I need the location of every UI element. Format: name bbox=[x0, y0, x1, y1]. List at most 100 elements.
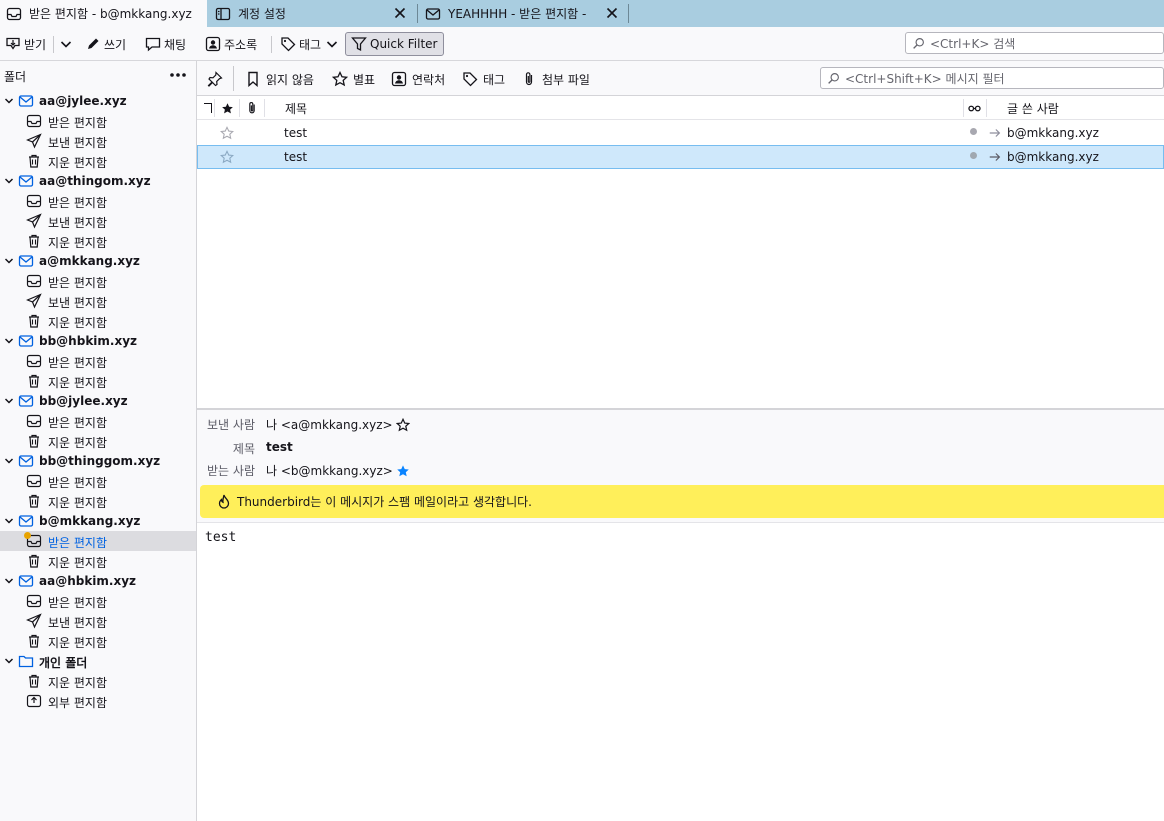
folder-item[interactable]: 보낸 편지함 bbox=[0, 131, 196, 151]
chat-button[interactable]: 채팅 bbox=[145, 32, 186, 56]
tab-yeahhhh-inbox[interactable]: YEAHHHH - 받은 편지함 - bbox=[419, 0, 628, 27]
column-separator bbox=[214, 99, 215, 117]
table-row[interactable]: test b@mkkang.xyz bbox=[197, 145, 1164, 169]
column-separator bbox=[986, 99, 987, 117]
mail-icon bbox=[425, 7, 441, 20]
outbox-icon bbox=[26, 694, 42, 708]
filter-placeholder: <Ctrl+Shift+K> 메시지 필터 bbox=[845, 71, 1005, 86]
folder-item[interactable]: 지운 편지함 bbox=[0, 231, 196, 251]
chevron-down-icon[interactable] bbox=[4, 656, 14, 666]
folder-item[interactable]: 보낸 편지함 bbox=[0, 291, 196, 311]
message-body: test bbox=[197, 522, 1164, 821]
folder-item[interactable]: 받은 편지함 bbox=[0, 411, 196, 431]
folder-item[interactable]: 지운 편지함 bbox=[0, 311, 196, 331]
folder-item[interactable]: 지운 편지함 bbox=[0, 151, 196, 171]
trash-icon bbox=[29, 434, 39, 448]
quick-filter-button[interactable]: Quick Filter bbox=[345, 32, 445, 56]
star-icon[interactable] bbox=[220, 126, 234, 140]
folder-item[interactable]: 받은 편지함 bbox=[0, 191, 196, 211]
folder-item[interactable]: 받은 편지함 bbox=[0, 111, 196, 131]
sent-icon bbox=[26, 133, 42, 149]
star-filled-icon[interactable] bbox=[396, 464, 410, 478]
pin-icon bbox=[207, 71, 223, 87]
folder-item[interactable]: 지운 편지함 bbox=[0, 491, 196, 511]
folder-account-b-mkkang-xyz[interactable]: b@mkkang.xyz bbox=[0, 511, 196, 531]
star-icon[interactable] bbox=[395, 417, 410, 432]
folder-account-label: a@mkkang.xyz bbox=[39, 254, 140, 268]
folder-item[interactable]: 지운 편지함 bbox=[0, 371, 196, 391]
attachment-filter-button[interactable]: 첨부 파일 bbox=[521, 70, 590, 88]
read-status-dot[interactable] bbox=[970, 152, 977, 159]
folder-item[interactable]: 받은 편지함 bbox=[0, 591, 196, 611]
folder-account-bb-hbkim-xyz[interactable]: bb@hbkim.xyz bbox=[0, 331, 196, 351]
tab-account-settings[interactable]: 계정 설정 bbox=[209, 0, 416, 27]
tag-button[interactable]: 태그 bbox=[280, 32, 343, 56]
folder-account-a-mkkang-xyz[interactable]: a@mkkang.xyz bbox=[0, 251, 196, 271]
folder-item-label: 지운 편지함 bbox=[48, 496, 108, 510]
folder-item[interactable]: 지운 편지함 bbox=[0, 671, 196, 691]
close-icon[interactable] bbox=[604, 5, 620, 21]
tag-label: 태그 bbox=[299, 37, 322, 52]
table-row[interactable]: test b@mkkang.xyz bbox=[197, 121, 1164, 145]
chevron-down-icon[interactable] bbox=[4, 176, 14, 186]
unread-filter-label: 읽지 않음 bbox=[266, 72, 314, 87]
sticky-filter-button[interactable] bbox=[207, 70, 228, 88]
attachment-column-header[interactable] bbox=[245, 100, 259, 116]
toolbar-separator bbox=[53, 36, 54, 53]
folder-account-aa-thingom-xyz[interactable]: aa@thingom.xyz bbox=[0, 171, 196, 191]
folder-account-bb-jylee-xyz[interactable]: bb@jylee.xyz bbox=[0, 391, 196, 411]
folder-item-label: 받은 편지함 bbox=[48, 196, 108, 210]
chevron-down-icon[interactable] bbox=[4, 576, 14, 586]
folder-item[interactable]: 받은 편지함 bbox=[0, 471, 196, 491]
chevron-down-icon[interactable] bbox=[4, 256, 14, 266]
read-status-dot[interactable] bbox=[970, 128, 977, 135]
more-options-icon[interactable] bbox=[168, 67, 188, 83]
get-messages-button[interactable]: 받기 bbox=[5, 32, 46, 56]
folder-item-label: 지운 편지함 bbox=[48, 676, 108, 690]
chevron-down-icon[interactable] bbox=[4, 336, 14, 346]
folder-account-aa-jylee-xyz[interactable]: aa@jylee.xyz bbox=[0, 91, 196, 111]
star-filled-icon bbox=[222, 102, 233, 113]
folder-account-bb-thinggom-xyz[interactable]: bb@thinggom.xyz bbox=[0, 451, 196, 471]
chevron-down-icon[interactable] bbox=[4, 96, 14, 106]
starred-column-header[interactable] bbox=[221, 100, 234, 116]
folder-account-aa-hbkim-xyz[interactable]: aa@hbkim.xyz bbox=[0, 571, 196, 591]
from-field[interactable]: 나 <a@mkkang.xyz> bbox=[266, 416, 410, 433]
folder-item[interactable]: 받은 편지함 bbox=[0, 531, 196, 551]
tags-filter-button[interactable]: 태그 bbox=[462, 70, 505, 88]
close-icon[interactable] bbox=[392, 5, 408, 21]
contact-filter-button[interactable]: 연락처 bbox=[391, 70, 445, 88]
message-filter-input[interactable]: <Ctrl+Shift+K> 메시지 필터 bbox=[820, 67, 1164, 89]
subject-column-header[interactable]: 제목 bbox=[285, 100, 307, 116]
unread-filter-button[interactable]: 읽지 않음 bbox=[245, 70, 314, 88]
global-search-input[interactable]: <Ctrl+K> 검색 bbox=[905, 32, 1164, 54]
folder-item[interactable]: 보낸 편지함 bbox=[0, 611, 196, 631]
thread-column-icon[interactable] bbox=[202, 100, 212, 116]
message-correspondent: b@mkkang.xyz bbox=[1007, 150, 1099, 164]
chevron-down-icon[interactable] bbox=[4, 516, 14, 526]
folder-item-label: 지운 편지함 bbox=[48, 636, 108, 650]
tab-inbox[interactable]: 받은 편지함 - b@mkkang.xyz bbox=[0, 0, 207, 27]
folder-item[interactable]: 지운 편지함 bbox=[0, 431, 196, 451]
read-status-column-header[interactable] bbox=[968, 100, 981, 116]
address-book-button[interactable]: 주소록 bbox=[205, 32, 257, 56]
folder-account-label: bb@hbkim.xyz bbox=[39, 334, 138, 348]
get-messages-dropdown[interactable] bbox=[58, 32, 77, 56]
folder-item[interactable]: 지운 편지함 bbox=[0, 631, 196, 651]
correspondent-column-header[interactable]: 글 쓴 사람 bbox=[1007, 100, 1059, 116]
folder-item[interactable]: 받은 편지함 bbox=[0, 271, 196, 291]
mail-account-icon bbox=[18, 335, 34, 347]
folder-item-label: 지운 편지함 bbox=[48, 376, 108, 390]
chevron-down-icon[interactable] bbox=[4, 396, 14, 406]
folder-item[interactable]: 보낸 편지함 bbox=[0, 211, 196, 231]
folder-item[interactable]: 외부 편지함 bbox=[0, 691, 196, 711]
star-icon[interactable] bbox=[220, 150, 234, 164]
starred-filter-button[interactable]: 별표 bbox=[332, 70, 375, 88]
folder-item[interactable]: 지운 편지함 bbox=[0, 551, 196, 571]
folder-account-[interactable]: 개인 폴더 bbox=[0, 651, 196, 671]
to-field[interactable]: 나 <b@mkkang.xyz> bbox=[266, 462, 410, 479]
chevron-down-icon[interactable] bbox=[4, 456, 14, 466]
folder-item[interactable]: 받은 편지함 bbox=[0, 351, 196, 371]
search-icon bbox=[828, 72, 839, 84]
write-button[interactable]: 쓰기 bbox=[85, 32, 126, 56]
